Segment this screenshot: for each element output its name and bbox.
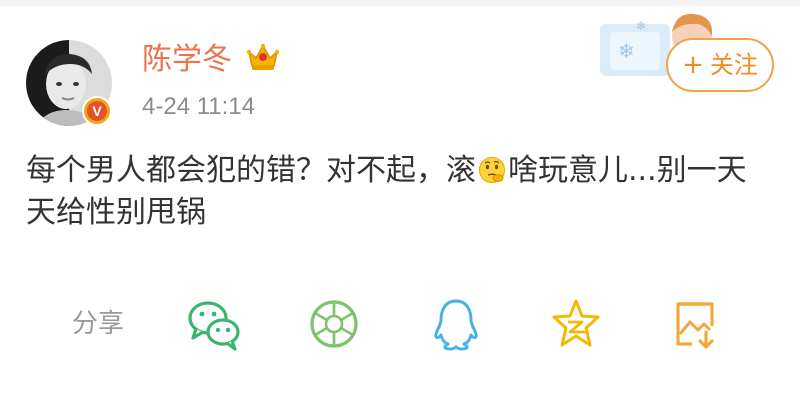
top-divider [0,0,800,6]
verified-badge: V [82,96,112,126]
follow-label: 关注 [709,51,758,79]
post-text: 每个男人都会犯的错？对不起，滚 啥玩意儿...别一天天给性别甩锅 [26,150,766,234]
post-text-part-1: 每个男人都会犯的错？对不起，滚 [26,153,476,188]
save-image-icon[interactable] [668,296,724,352]
vip-crown-icon [246,43,280,70]
qzone-icon[interactable] [548,296,604,352]
follow-button[interactable]: + 关注 [666,38,774,92]
moments-icon[interactable] [306,296,362,352]
username[interactable]: 陈学冬 [142,40,232,80]
svg-text:❄: ❄ [618,39,635,63]
qq-icon[interactable] [428,296,484,352]
wechat-icon[interactable] [186,296,242,352]
svg-text:❄: ❄ [636,19,646,33]
verified-badge-letter: V [87,101,107,121]
share-label: 分享 [72,309,125,339]
plus-icon: + [682,50,704,80]
thinking-face-icon [479,157,505,183]
post-timestamp: 4-24 11:14 [142,93,255,120]
